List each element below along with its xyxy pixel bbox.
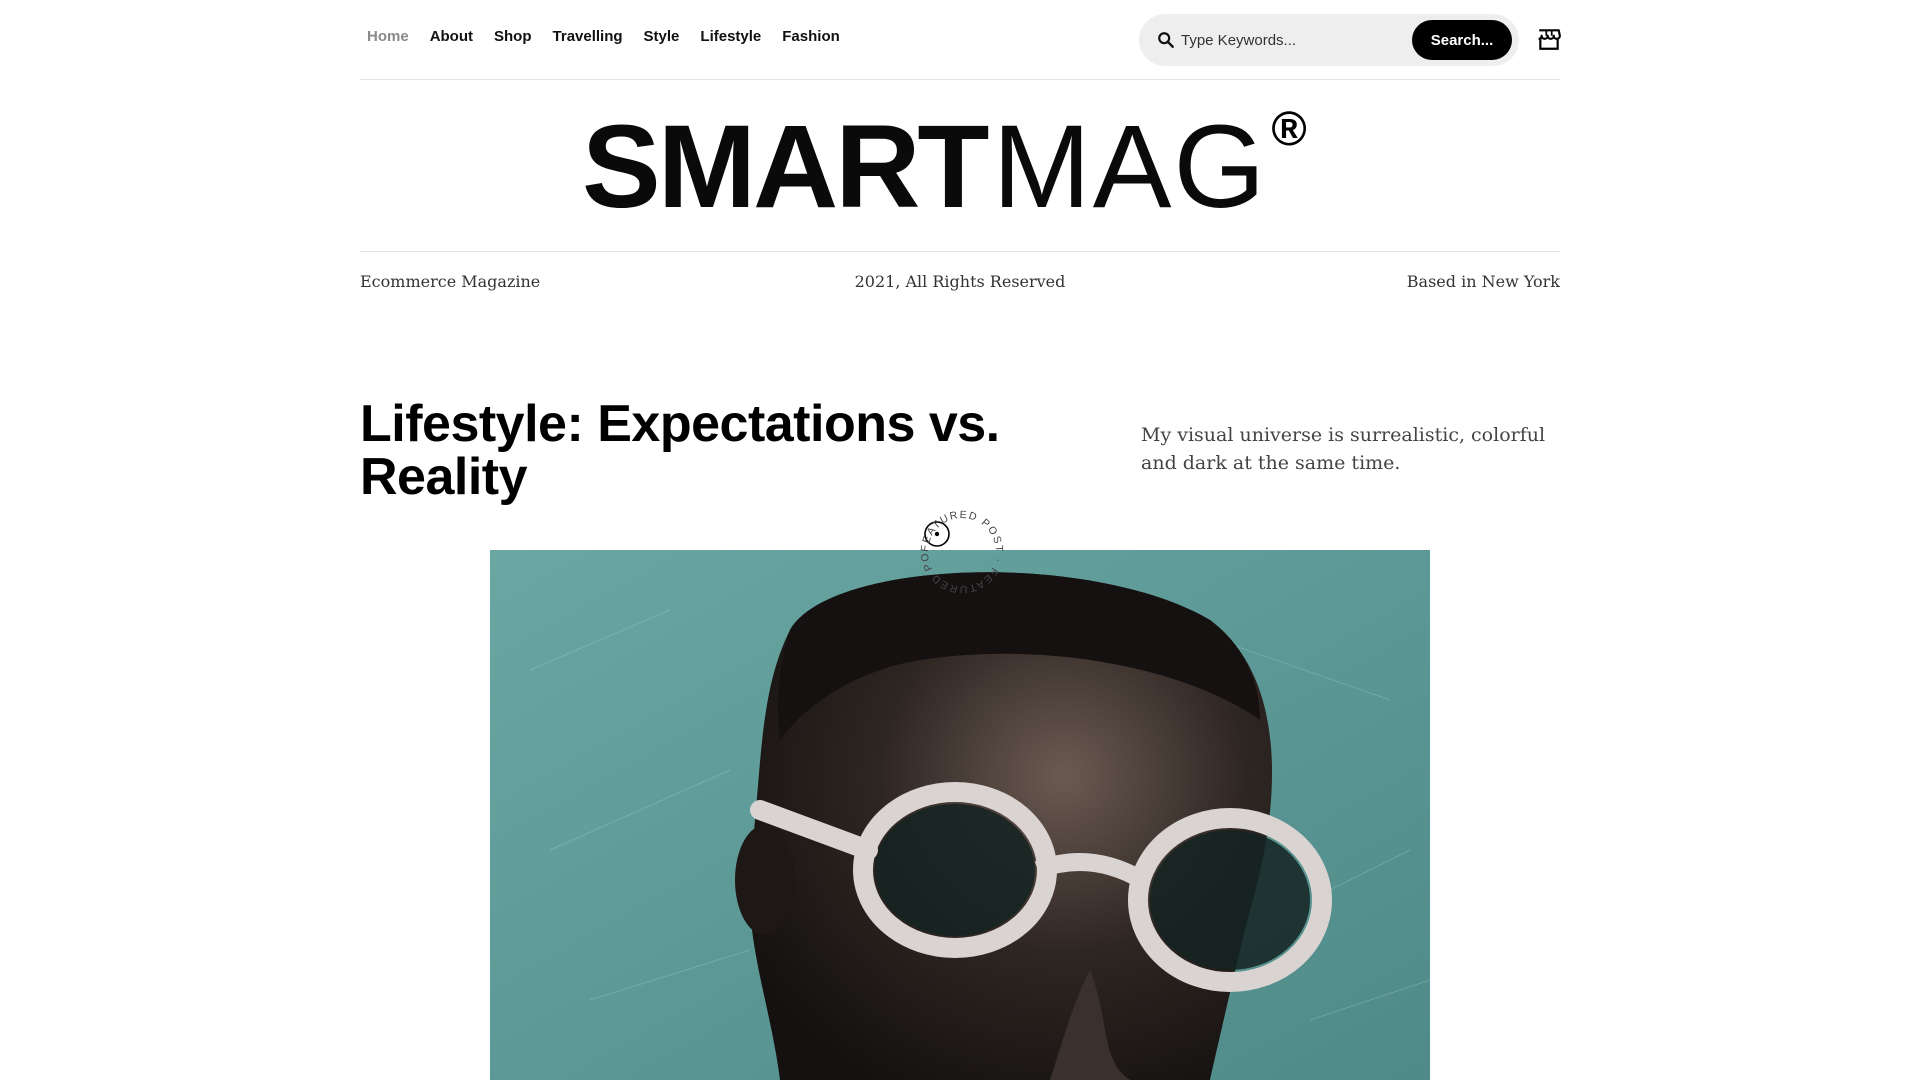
badge-text: FEATURED POST · FEATURED POST · xyxy=(910,500,1004,595)
nav-item-shop[interactable]: Shop xyxy=(487,28,532,45)
search-icon xyxy=(1158,32,1174,48)
info-row: Ecommerce Magazine 2021, All Rights Rese… xyxy=(360,252,1560,302)
search-bar: Search... xyxy=(1139,14,1519,66)
site-logo[interactable]: SMART MAG ® xyxy=(582,101,1307,233)
nav-item-style[interactable]: Style xyxy=(637,28,680,45)
nav-item-travelling[interactable]: Travelling xyxy=(546,28,623,45)
nav-item-home[interactable]: Home xyxy=(360,28,409,45)
portrait-illustration xyxy=(490,550,1430,1080)
copyright-text: 2021, All Rights Reserved xyxy=(854,272,1066,291)
featured-image[interactable] xyxy=(490,550,1430,1080)
registered-mark: ® xyxy=(1271,103,1307,156)
top-bar: Home About Shop Travelling Style Lifesty… xyxy=(360,0,1562,80)
featured-post-badge: FEATURED POST · FEATURED POST · xyxy=(910,500,1005,595)
nav-item-lifestyle[interactable]: Lifestyle xyxy=(693,28,761,45)
logo-bold: SMART xyxy=(582,101,990,233)
nav-item-fashion[interactable]: Fashion xyxy=(775,28,840,45)
logo-light: MAG xyxy=(992,101,1268,233)
search-button[interactable]: Search... xyxy=(1412,20,1512,60)
shop-icon[interactable] xyxy=(1536,26,1562,52)
svg-text:FEATURED POST · FEATURED POST: FEATURED POST · FEATURED POST · xyxy=(910,500,1005,595)
post-excerpt: My visual universe is surrealistic, colo… xyxy=(1141,424,1546,474)
post-title[interactable]: Lifestyle: Expectations vs. Reality xyxy=(360,398,1000,504)
search-input[interactable] xyxy=(1181,26,1401,54)
main-nav: Home About Shop Travelling Style Lifesty… xyxy=(360,28,840,45)
location-text: Based in New York xyxy=(1406,272,1560,291)
nav-item-about[interactable]: About xyxy=(423,28,473,45)
